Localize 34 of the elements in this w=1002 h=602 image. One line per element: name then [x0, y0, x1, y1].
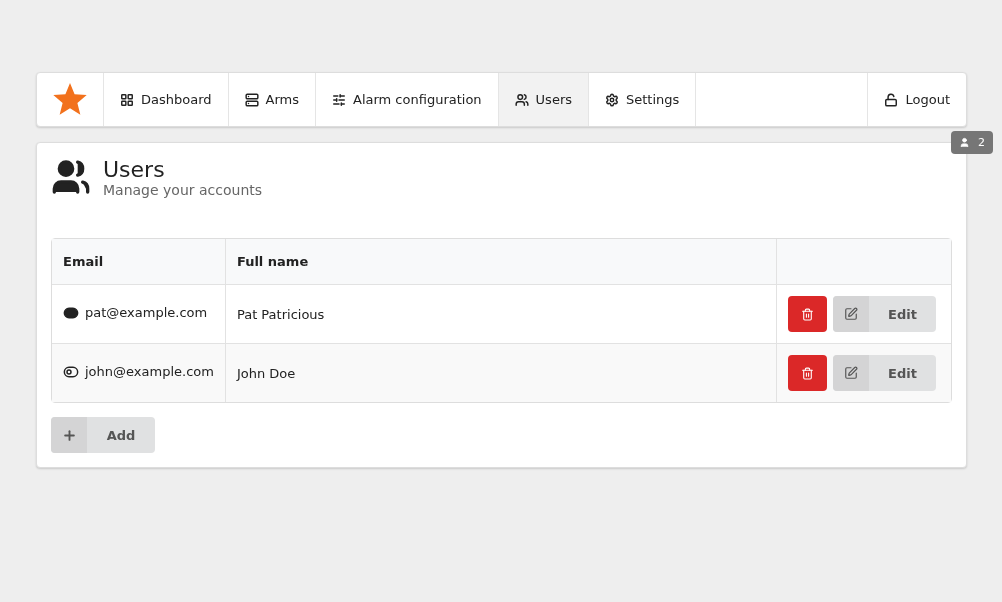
table-cell: pat@example.com: [85, 305, 208, 320]
server-icon: [244, 92, 259, 107]
trash-icon: [801, 307, 814, 321]
users-icon: [514, 92, 529, 107]
sliders-icon: [332, 92, 346, 107]
plus-icon: [61, 427, 77, 443]
page-subtitle: Manage your accounts: [103, 182, 263, 198]
edit-icon: [844, 366, 858, 380]
menu-item[interactable]: Alarm configuration: [316, 73, 499, 126]
users-icon: [51, 157, 91, 197]
menu-item[interactable]: Dashboard: [104, 73, 229, 126]
delete-button[interactable]: [788, 355, 827, 391]
menu-item[interactable]: Arms: [228, 73, 316, 126]
column-header: Full name: [236, 254, 309, 269]
grid-icon: [120, 92, 134, 107]
table-cell: john@example.com: [85, 364, 214, 379]
user-icon: [959, 137, 970, 148]
edit-icon: [844, 307, 858, 321]
menu-item[interactable]: Settings: [589, 73, 697, 126]
table-cell: Pat Patricious: [236, 306, 325, 322]
table-cell: John Doe: [236, 365, 296, 381]
page-title: Users: [103, 157, 166, 182]
trash-icon: [801, 366, 814, 380]
column-header: Email: [63, 254, 104, 269]
star-logo-icon: [52, 82, 88, 117]
add-button[interactable]: Add: [51, 417, 155, 453]
edit-button[interactable]: Edit: [833, 355, 936, 391]
online-users-badge: 2: [951, 131, 993, 154]
unlock-icon: [884, 92, 899, 107]
logout-link[interactable]: Logout: [867, 73, 966, 126]
menu-item[interactable]: Users: [498, 73, 589, 126]
delete-button[interactable]: [788, 296, 827, 332]
gear-icon: [605, 92, 619, 107]
edit-button[interactable]: Edit: [833, 296, 936, 332]
